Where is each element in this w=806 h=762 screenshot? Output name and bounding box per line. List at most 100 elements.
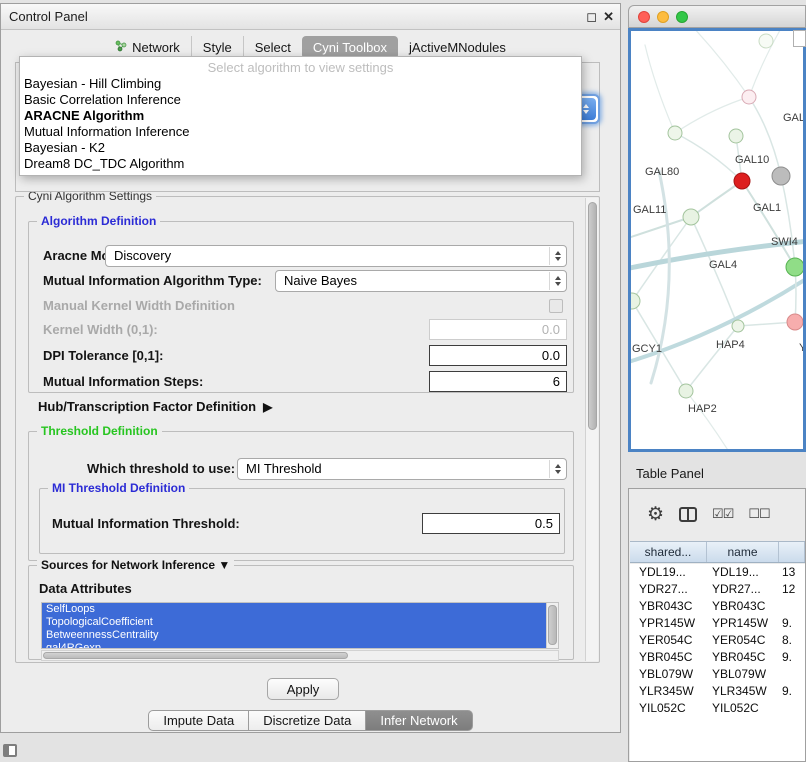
network-edge[interactable]	[686, 391, 731, 449]
mi-threshold-input[interactable]: 0.5	[422, 513, 560, 534]
column-header[interactable]: name	[707, 542, 779, 562]
table-cell: YBL079W	[630, 666, 707, 683]
network-node[interactable]	[742, 90, 756, 104]
column-header[interactable]: shared...	[630, 542, 707, 562]
zoom-traffic-light-icon[interactable]	[676, 11, 688, 23]
mi-threshold-group: MI Threshold Definition Mutual Informati…	[39, 488, 565, 554]
table-row[interactable]: YIL052CYIL052C	[630, 700, 805, 717]
algorithm-definition-group: Algorithm Definition Aracne Mode: Discov…	[28, 221, 574, 393]
algorithm-option[interactable]: Bayesian - K2	[20, 140, 581, 156]
attributes-horizontal-scrollbar[interactable]	[41, 650, 559, 661]
mi-algorithm-combo[interactable]: Naive Bayes	[275, 270, 567, 292]
table-cell: YLR345W	[630, 683, 707, 700]
attribute-item[interactable]: TopologicalCoefficient	[42, 616, 546, 629]
network-edge[interactable]	[675, 97, 749, 133]
attribute-item[interactable]: SelfLoops	[42, 603, 546, 616]
network-node[interactable]	[631, 293, 640, 309]
table-row[interactable]: YLR345WYLR345W9.	[630, 683, 805, 700]
close-traffic-light-icon[interactable]	[638, 11, 650, 23]
table-row[interactable]: YBL079WYBL079W	[630, 666, 805, 683]
table-row[interactable]: YBR043CYBR043C	[630, 598, 805, 615]
table-cell: YBR043C	[630, 598, 707, 615]
tab-label: Select	[255, 40, 291, 55]
network-edge[interactable]	[742, 181, 795, 267]
algorithm-option[interactable]: ARACNE Algorithm	[20, 108, 581, 124]
settings-scrollbar[interactable]	[585, 198, 598, 661]
which-threshold-combo[interactable]: MI Threshold	[237, 458, 567, 480]
table-row[interactable]: YDR27...YDR27...12	[630, 581, 805, 598]
table-cell: YBR045C	[630, 649, 707, 666]
network-node[interactable]	[786, 258, 803, 276]
sources-title-text: Sources for Network Inference	[41, 558, 215, 572]
table-cell: YLR345W	[707, 683, 779, 700]
network-node[interactable]	[668, 126, 682, 140]
network-edge[interactable]	[645, 45, 675, 133]
data-attributes-listbox[interactable]: SelfLoopsTopologicalCoefficientBetweenne…	[41, 602, 559, 649]
table-row[interactable]: YER054CYER054C8.	[630, 632, 805, 649]
algorithm-option[interactable]: Basic Correlation Inference	[20, 92, 581, 108]
network-edge[interactable]	[686, 326, 738, 391]
network-edge[interactable]	[631, 217, 691, 239]
attributes-list-scrollbar[interactable]	[546, 603, 558, 648]
node-label: SWI4	[771, 236, 798, 248]
network-window: GAL80GAL10GALGAL11GAL1SWI4GAL4GCY1HAP4YH…	[628, 5, 806, 452]
network-edge[interactable]	[691, 31, 749, 97]
table-cell	[779, 598, 805, 615]
table-cell: YBR043C	[707, 598, 779, 615]
table-row[interactable]: YBR045CYBR045C9.	[630, 649, 805, 666]
network-edge[interactable]	[738, 322, 795, 326]
network-view-canvas[interactable]: GAL80GAL10GALGAL11GAL1SWI4GAL4GCY1HAP4YH…	[628, 28, 806, 452]
network-node[interactable]	[732, 320, 744, 332]
network-node[interactable]	[729, 129, 743, 143]
column-header[interactable]	[779, 542, 805, 562]
combo-arrows-icon	[549, 460, 565, 478]
gear-icon[interactable]: ⚙	[647, 503, 664, 526]
aracne-mode-combo[interactable]: Discovery	[105, 245, 567, 267]
float-window-icon[interactable]: ◻	[586, 9, 597, 25]
network-node[interactable]	[734, 173, 750, 189]
bottom-tab-infer-network[interactable]: Infer Network	[365, 710, 472, 731]
expander-down-icon: ▼	[218, 558, 230, 572]
network-edge[interactable]	[691, 217, 738, 326]
hub-definition-expander[interactable]: Hub/Transcription Factor Definition ▶	[38, 399, 272, 414]
attribute-item[interactable]: gal4RGexp	[42, 642, 546, 649]
table-cell: 9.	[779, 615, 805, 632]
threshold-definition-group: Threshold Definition Which threshold to …	[28, 431, 574, 561]
table-row[interactable]: YDL19...YDL19...13	[630, 564, 805, 581]
network-node[interactable]	[683, 209, 699, 225]
apply-button[interactable]: Apply	[267, 678, 339, 700]
algorithm-definition-title: Algorithm Definition	[37, 214, 160, 228]
table-panel-window: ⚙ ☑☑ ☐☐ shared...name YDL19...YDL19...13…	[628, 488, 806, 762]
table-toolbar: ⚙ ☑☑ ☐☐	[629, 489, 805, 539]
table-cell: YIL052C	[707, 700, 779, 717]
network-edge[interactable]	[691, 181, 742, 217]
bottom-tab-discretize-data[interactable]: Discretize Data	[248, 710, 366, 731]
column-layout-icon[interactable]	[679, 507, 697, 522]
mi-steps-input[interactable]: 6	[429, 371, 567, 392]
network-node[interactable]	[759, 34, 773, 48]
manual-kernel-checkbox[interactable]	[549, 299, 563, 313]
network-node[interactable]	[679, 384, 693, 398]
dpi-tolerance-input[interactable]: 0.0	[429, 345, 567, 366]
attribute-item[interactable]: BetweennessCentrality	[42, 629, 546, 642]
aracne-mode-value: Discovery	[114, 248, 171, 263]
select-all-icon[interactable]: ☑☑	[712, 506, 733, 522]
minimize-traffic-light-icon[interactable]	[657, 11, 669, 23]
table-row[interactable]: YPR145WYPR145W9.	[630, 615, 805, 632]
node-label: GAL1	[753, 202, 781, 214]
deselect-all-icon[interactable]: ☐☐	[748, 506, 769, 522]
node-label: GAL4	[709, 259, 737, 271]
algorithm-option[interactable]: Mutual Information Inference	[20, 124, 581, 140]
bottom-tab-impute-data[interactable]: Impute Data	[148, 710, 249, 731]
network-window-titlebar[interactable]	[628, 5, 806, 28]
algorithm-option[interactable]: Bayesian - Hill Climbing	[20, 76, 581, 92]
close-window-icon[interactable]: ✕	[603, 9, 614, 25]
sources-title[interactable]: Sources for Network Inference ▼	[37, 558, 234, 572]
network-node[interactable]	[787, 314, 803, 330]
network-node[interactable]	[772, 167, 790, 185]
kernel-width-input[interactable]: 0.0	[429, 319, 567, 340]
network-scrollbar-stub[interactable]	[793, 30, 806, 47]
panel-grip-icon[interactable]	[3, 744, 17, 757]
algorithm-option[interactable]: Dream8 DC_TDC Algorithm	[20, 156, 581, 172]
node-label: Y	[799, 342, 803, 354]
